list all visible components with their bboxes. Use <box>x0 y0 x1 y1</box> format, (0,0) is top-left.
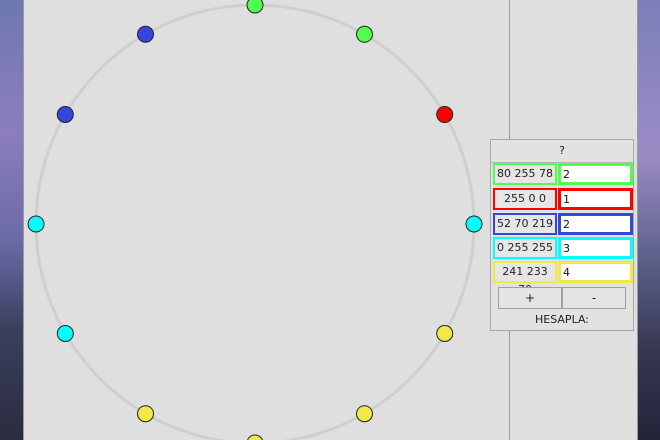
add-button[interactable]: + <box>498 287 562 309</box>
count-input[interactable] <box>558 213 633 235</box>
color-dot <box>246 0 264 14</box>
count-input[interactable] <box>558 188 633 210</box>
color-dot <box>436 325 454 342</box>
color-dot <box>56 325 74 342</box>
color-dot <box>247 434 263 440</box>
rgb-label: 0 255 255 <box>493 237 557 259</box>
color-row: 255 0 0 <box>493 188 633 210</box>
rgb-label: 255 0 0 <box>493 188 557 210</box>
color-ring <box>34 3 476 440</box>
color-dot <box>465 215 483 233</box>
color-dot <box>356 405 373 423</box>
desktop-wallpaper-right <box>638 0 660 440</box>
panel-header: ? <box>491 140 633 163</box>
desktop-wallpaper-left <box>0 0 23 440</box>
color-dot <box>56 106 74 123</box>
color-row: 0 255 255 <box>493 237 633 259</box>
color-dot <box>436 106 454 123</box>
color-dot <box>356 25 373 43</box>
color-dot <box>137 25 154 43</box>
count-input[interactable] <box>558 237 633 259</box>
color-row: 80 255 78 <box>493 163 633 185</box>
color-dot <box>137 405 154 423</box>
count-input[interactable] <box>558 261 633 283</box>
color-row: 52 70 219 <box>493 213 633 235</box>
calculate-label: HESAPLA: <box>535 313 589 326</box>
count-input[interactable] <box>558 163 633 185</box>
rgb-label: 80 255 78 <box>493 163 557 185</box>
color-dot <box>27 215 45 233</box>
remove-button[interactable]: - <box>562 287 626 309</box>
rgb-label: 241 233 70 <box>493 261 557 296</box>
circle-canvas <box>27 0 483 440</box>
rgb-label: 52 70 219 <box>493 213 557 235</box>
color-row: 241 233 70 <box>493 261 633 296</box>
color-panel: ? 80 255 78 255 0 0 52 70 219 0 255 255 … <box>490 139 634 331</box>
